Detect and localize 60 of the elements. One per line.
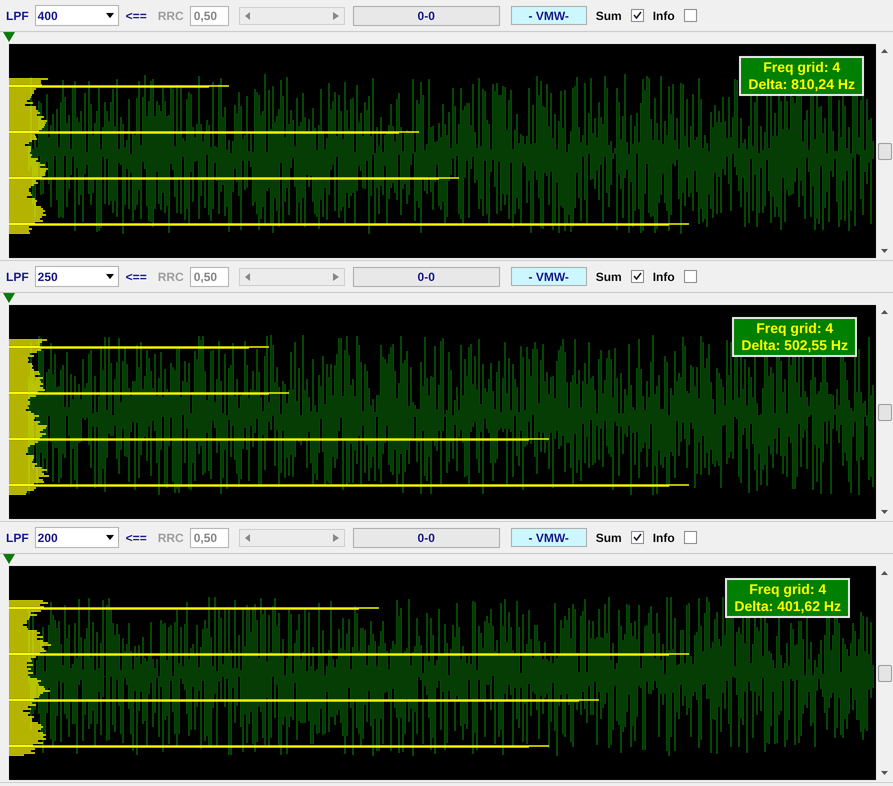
info-checkbox[interactable] [684,531,697,544]
caret-icon [106,13,114,18]
sum-checkbox[interactable] [630,9,644,22]
horizontal-scrollbar[interactable] [238,528,345,546]
marker-icon[interactable] [3,32,15,42]
lpf-label: LPF [6,270,29,284]
delta-text: Delta: 810,24 Hz [748,76,855,93]
apply-button[interactable]: <== [126,8,147,22]
lpf-dropdown[interactable]: 400 [34,5,119,26]
scroll-left-icon[interactable] [244,534,251,542]
info-label: Info [652,530,675,544]
freq-grid-text: Freq grid: 4 [763,59,840,76]
scroll-up-icon[interactable] [881,571,888,575]
scrollbar-thumb[interactable] [878,404,892,420]
apply-button[interactable]: <== [126,530,147,544]
apply-button[interactable]: <== [126,270,147,284]
horizontal-scrollbar[interactable] [238,6,345,24]
status-display: 0-0 [352,528,500,548]
lpf-label: LPF [6,8,29,22]
scrollbar-thumb[interactable] [878,142,892,160]
sum-label: Sum [596,8,622,22]
rrc-label: RRC [158,8,184,22]
freq-grid-text: Freq grid: 4 [749,581,826,598]
sum-checkbox[interactable] [630,531,644,544]
mode-display: - VMW- [510,6,587,25]
info-checkbox[interactable] [684,270,697,283]
scroll-left-icon[interactable] [244,272,251,280]
scroll-up-icon[interactable] [881,49,888,53]
info-label: Info [652,8,675,22]
lpf-dropdown[interactable]: 250 [34,266,119,287]
lpf-label: LPF [6,530,29,544]
scroll-down-icon[interactable] [881,510,888,514]
horizontal-scrollbar[interactable] [238,268,345,286]
scroll-down-icon[interactable] [881,771,888,775]
scroll-right-icon[interactable] [332,534,339,542]
mode-display: - VMW- [510,528,587,547]
scroll-down-icon[interactable] [881,249,888,253]
freq-grid-text: Freq grid: 4 [756,320,834,337]
marker-icon[interactable] [3,293,15,303]
sum-label: Sum [596,530,622,544]
sum-checkbox[interactable] [630,270,644,283]
rrc-label: RRC [158,530,184,544]
delta-text: Delta: 502,55 Hz [741,337,848,354]
scroll-right-icon[interactable] [332,272,339,280]
info-label: Info [652,270,675,284]
rrc-label: RRC [158,270,184,284]
sum-label: Sum [596,270,622,284]
scroll-up-icon[interactable] [881,310,888,314]
mode-display: - VMW- [510,267,587,286]
scroll-right-icon[interactable] [332,12,339,20]
marker-icon[interactable] [3,554,15,564]
status-display: 0-0 [352,6,500,26]
scrollbar-thumb[interactable] [878,664,892,682]
scroll-left-icon[interactable] [244,12,251,20]
delta-text: Delta: 401,62 Hz [734,598,841,615]
caret-icon [106,535,114,540]
caret-icon [106,274,114,279]
lpf-dropdown[interactable]: 200 [34,527,119,548]
info-checkbox[interactable] [684,9,697,22]
status-display: 0-0 [352,266,500,286]
